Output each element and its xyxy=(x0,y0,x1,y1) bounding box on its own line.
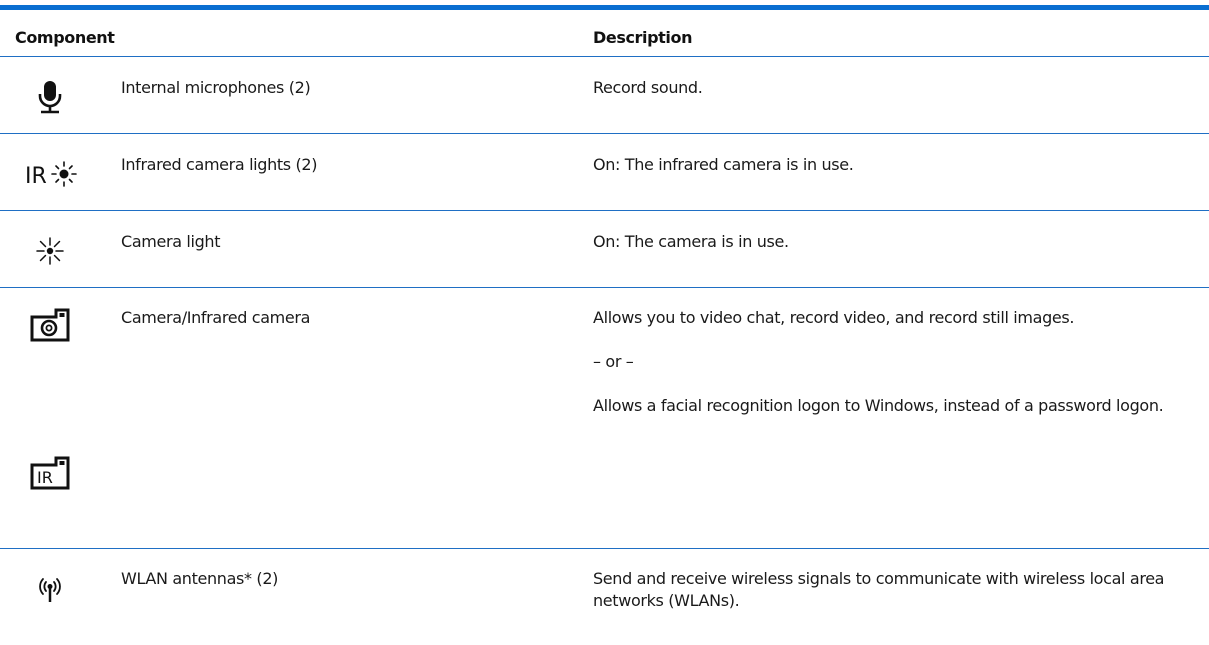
component-name: Infrared camera lights (2) xyxy=(121,155,318,174)
component-description: Send and receive wireless signals to com… xyxy=(593,569,1165,610)
component-name: Internal microphones (2) xyxy=(121,78,311,97)
table-row: Camera light On: The camera is in use. xyxy=(0,210,1209,288)
component-name: Camera light xyxy=(121,232,221,251)
infrared-light-icon-text: IR xyxy=(25,164,47,189)
infrared-light-icon: IR xyxy=(18,154,82,194)
table-row: Internal microphones (2) Record sound. xyxy=(0,56,1209,134)
component-description: On: The camera is in use. xyxy=(593,232,789,251)
header-component: Component xyxy=(15,28,115,47)
component-name: Camera/Infrared camera xyxy=(121,308,311,327)
wlan-antenna-icon xyxy=(18,569,82,609)
table-row: WLAN antennas* (2) Send and receive wire… xyxy=(0,548,1209,645)
component-description: Allows a facial recognition logon to Win… xyxy=(593,396,1164,415)
microphone-icon xyxy=(18,77,82,117)
infrared-camera-icon-text: IR xyxy=(37,468,53,487)
component-description: On: The infrared camera is in use. xyxy=(593,155,854,174)
component-name: WLAN antennas* (2) xyxy=(121,569,279,588)
camera-light-icon xyxy=(18,231,82,271)
table-row: IR Infrared camera lights (2) On: The in… xyxy=(0,133,1209,211)
camera-icon xyxy=(18,304,82,346)
component-description: Allows you to video chat, record video, … xyxy=(593,308,1075,327)
component-description: Record sound. xyxy=(593,78,703,97)
table-row: IR Camera/Infrared camera Allows you to … xyxy=(0,287,1209,549)
header-description: Description xyxy=(593,28,693,47)
components-table: Component Description Internal microphon… xyxy=(0,0,1209,644)
infrared-camera-icon: IR xyxy=(18,452,82,494)
table-header: Component Description xyxy=(0,10,1209,56)
description-separator: – or – xyxy=(593,352,634,371)
